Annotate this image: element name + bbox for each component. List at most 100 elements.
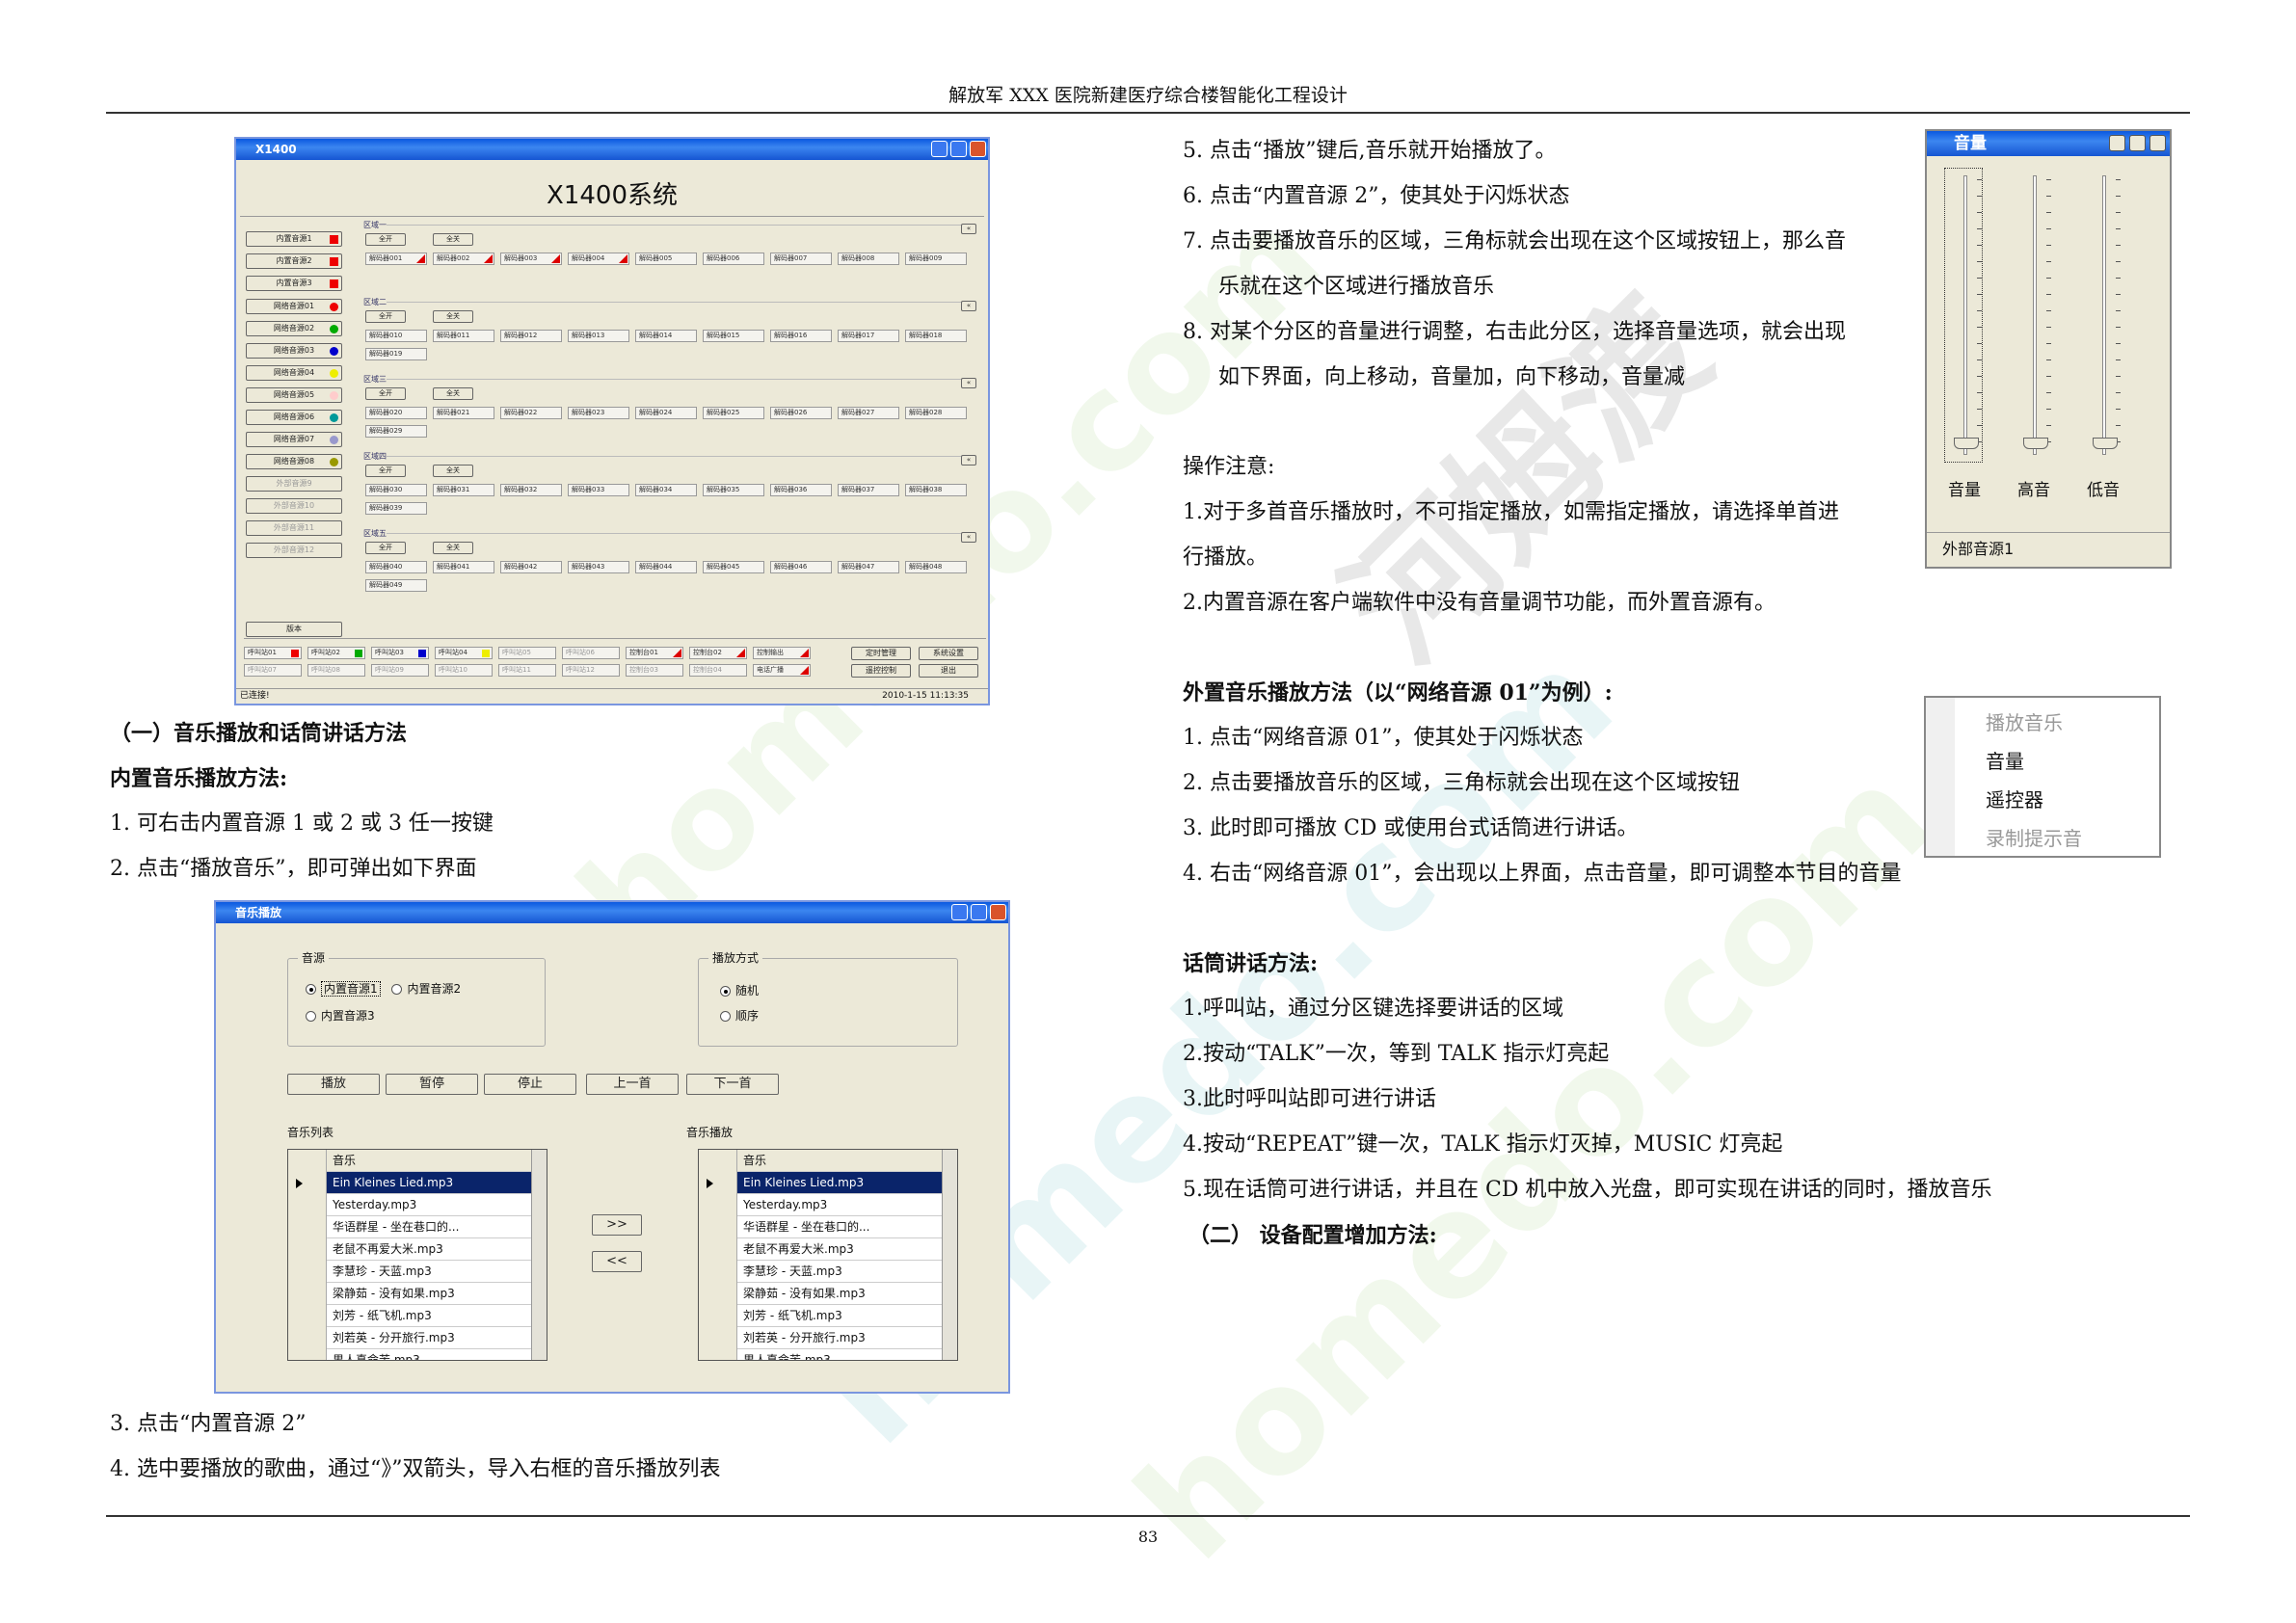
list-item[interactable]: 老鼠不再爱大米.mp3 (327, 1238, 531, 1261)
callstation-button[interactable]: 电话广播 (753, 664, 811, 677)
callstation-button[interactable]: 呼叫站12 (562, 664, 620, 677)
decoder-button[interactable]: 解码器030 (365, 484, 427, 496)
decoder-button[interactable]: 解码器014 (635, 330, 697, 342)
source-button[interactable]: 内置音源3 (246, 276, 342, 291)
source-button[interactable]: 网络音源04 (246, 365, 342, 381)
pause-button[interactable]: 暂停 (386, 1074, 478, 1095)
decoder-button[interactable]: 解码器048 (905, 561, 967, 573)
decoder-button[interactable]: 解码器031 (433, 484, 494, 496)
music-list[interactable]: 音乐 Ein Kleines Lied.mp3 Yesterday.mp3 华语群星 … (287, 1149, 547, 1361)
decoder-button[interactable]: 解码器022 (500, 407, 562, 419)
list-item[interactable]: Yesterday.mp3 (327, 1194, 531, 1216)
decoder-button[interactable]: 解码器020 (365, 407, 427, 419)
decoder-button[interactable]: 解码器007 (770, 253, 832, 265)
remote-button[interactable]: 遥控控制 (851, 664, 911, 678)
list-item[interactable]: 华语群星 - 坐在巷口的... (327, 1216, 531, 1238)
decoder-button[interactable]: 解码器037 (838, 484, 899, 496)
decoder-button[interactable]: 解码器045 (703, 561, 764, 573)
next-button[interactable]: 下一首 (686, 1074, 779, 1095)
close-button[interactable] (990, 904, 1006, 920)
zone-all-off-button[interactable]: 全关 (433, 465, 473, 477)
zone-all-off-button[interactable]: 全关 (433, 310, 473, 323)
source-button[interactable]: 网络音源06 (246, 410, 342, 425)
decoder-button[interactable]: 解码器032 (500, 484, 562, 496)
list-item[interactable]: 梁静茹 - 没有如果.mp3 (327, 1283, 531, 1305)
decoder-button[interactable]: 解码器026 (770, 407, 832, 419)
callstation-button[interactable]: 控制台03 (626, 664, 683, 677)
source-button[interactable]: 网络音源05 (246, 387, 342, 403)
timer-button[interactable]: 定时管理 (851, 647, 911, 660)
decoder-button[interactable]: 解码器025 (703, 407, 764, 419)
source2-radio[interactable]: 内置音源2 (391, 982, 461, 996)
callstation-button[interactable]: 控制输出 (753, 647, 811, 659)
minimize-button[interactable] (931, 141, 948, 157)
decoder-button[interactable]: 解码器001 (365, 253, 427, 265)
minimize-button[interactable] (951, 904, 968, 920)
remove-from-playlist-button[interactable]: << (592, 1251, 642, 1272)
zone-all-on-button[interactable]: 全开 (365, 542, 406, 554)
decoder-button[interactable]: 解码器009 (905, 253, 967, 265)
list-item[interactable]: 男人真命苦.mp3 (327, 1349, 531, 1360)
decoder-button[interactable]: 解码器047 (838, 561, 899, 573)
decoder-button[interactable]: 解码器010 (365, 330, 427, 342)
slider-track[interactable] (2102, 175, 2106, 455)
callstation-button[interactable]: 呼叫站10 (435, 664, 493, 677)
decoder-button[interactable]: 解码器002 (433, 253, 494, 265)
zone-collapse-button[interactable]: « (961, 301, 976, 311)
source-button[interactable]: 外部音源12 (246, 543, 342, 558)
decoder-button[interactable]: 解码器008 (838, 253, 899, 265)
source-button[interactable]: 外部音源11 (246, 520, 342, 536)
settings-button[interactable]: 系统设置 (919, 647, 978, 660)
zone-all-off-button[interactable]: 全关 (433, 542, 473, 554)
zone-all-off-button[interactable]: 全关 (433, 233, 473, 246)
list-item[interactable]: 华语群星 - 坐在巷口的... (737, 1216, 942, 1238)
maximize-button[interactable] (971, 904, 987, 920)
source-button[interactable]: 网络音源08 (246, 454, 342, 469)
list-item[interactable]: Yesterday.mp3 (737, 1194, 942, 1216)
callstation-button[interactable]: 控制台04 (689, 664, 747, 677)
callstation-button[interactable]: 控制台01 (626, 647, 683, 659)
decoder-button[interactable]: 解码器021 (433, 407, 494, 419)
decoder-button[interactable]: 解码器004 (568, 253, 629, 265)
decoder-button[interactable]: 解码器040 (365, 561, 427, 573)
zone-collapse-button[interactable]: « (961, 455, 976, 466)
menu-item-volume[interactable]: 音量 (1986, 746, 2024, 774)
prev-button[interactable]: 上一首 (586, 1074, 679, 1095)
mode-order-radio[interactable]: 顺序 (720, 1007, 759, 1024)
add-to-playlist-button[interactable]: >> (592, 1214, 642, 1236)
list-item[interactable]: 刘若英 - 分开旅行.mp3 (737, 1327, 942, 1349)
close-button[interactable] (2149, 135, 2166, 151)
scrollbar[interactable] (942, 1150, 957, 1360)
callstation-button[interactable]: 控制台02 (689, 647, 747, 659)
decoder-button[interactable]: 解码器041 (433, 561, 494, 573)
close-button[interactable] (970, 141, 986, 157)
decoder-button[interactable]: 解码器049 (365, 579, 427, 592)
list-item[interactable]: Ein Kleines Lied.mp3 (737, 1172, 942, 1194)
callstation-button[interactable]: 呼叫站08 (307, 664, 365, 677)
menu-item-record-prompt[interactable]: 录制提示音 (1986, 823, 2082, 851)
decoder-button[interactable]: 解码器043 (568, 561, 629, 573)
zone-collapse-button[interactable]: « (961, 532, 976, 543)
decoder-button[interactable]: 解码器033 (568, 484, 629, 496)
decoder-button[interactable]: 解码器013 (568, 330, 629, 342)
zone-all-off-button[interactable]: 全关 (433, 387, 473, 400)
menu-item-remote[interactable]: 遥控器 (1986, 785, 2043, 812)
stop-button[interactable]: 停止 (484, 1074, 576, 1095)
play-button[interactable]: 播放 (287, 1074, 380, 1095)
slider-thumb[interactable] (2023, 438, 2048, 449)
decoder-button[interactable]: 解码器024 (635, 407, 697, 419)
maximize-button[interactable] (2129, 135, 2146, 151)
decoder-button[interactable]: 解码器016 (770, 330, 832, 342)
source1-radio[interactable]: 内置音源1 (306, 981, 381, 997)
source-button[interactable]: 网络音源03 (246, 343, 342, 359)
decoder-button[interactable]: 解码器046 (770, 561, 832, 573)
minimize-button[interactable] (2109, 135, 2125, 151)
zone-collapse-button[interactable]: « (961, 378, 976, 388)
source-button[interactable]: 网络音源01 (246, 299, 342, 314)
decoder-button[interactable]: 解码器023 (568, 407, 629, 419)
decoder-button[interactable]: 解码器012 (500, 330, 562, 342)
list-item[interactable]: 李慧珍 - 天蓝.mp3 (327, 1261, 531, 1283)
callstation-button[interactable]: 呼叫站06 (562, 647, 620, 659)
callstation-button[interactable]: 呼叫站11 (498, 664, 556, 677)
callstation-button[interactable]: 呼叫站07 (244, 664, 302, 677)
